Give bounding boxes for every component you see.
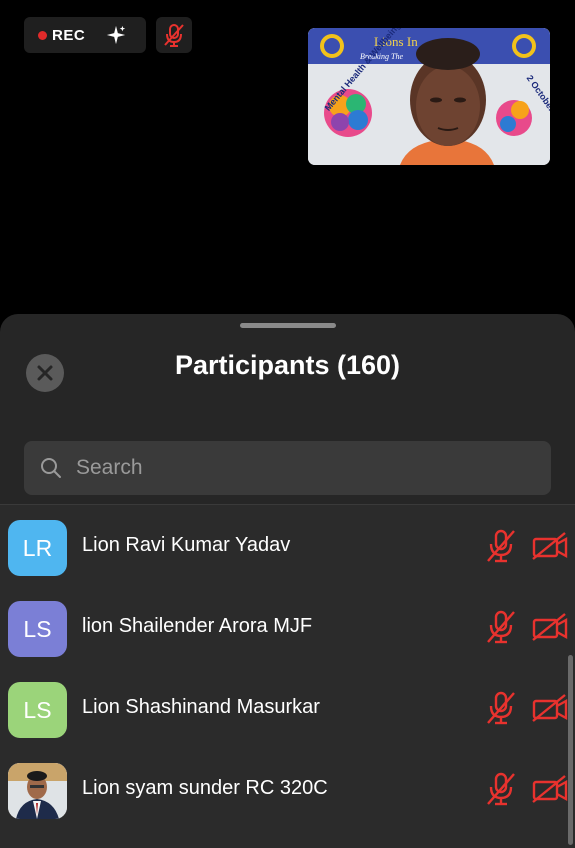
participant-list[interactable]: LR Lion Ravi Kumar Yadav LS lion Shailen… [0, 504, 575, 848]
camera-off-icon[interactable] [531, 774, 569, 804]
meeting-screen: REC Lions In Breaking The Mental Health … [0, 0, 575, 848]
list-scrollbar[interactable] [568, 655, 573, 845]
mental-health-logo-right [496, 100, 532, 136]
camera-off-icon[interactable] [531, 693, 569, 723]
sparkle-icon[interactable] [105, 24, 127, 46]
participants-panel: Participants (160) Search LR Lion Ravi K… [0, 314, 575, 848]
profile-photo [8, 763, 67, 819]
avatar: LS [8, 601, 67, 657]
rec-label: REC [52, 26, 86, 44]
avatar-photo [8, 763, 67, 819]
active-speaker-video[interactable]: Lions In Breaking The Mental Health & We… [308, 28, 550, 165]
participant-row[interactable]: LS lion Shailender Arora MJF [0, 586, 575, 667]
drag-handle[interactable] [240, 323, 336, 328]
camera-off-icon[interactable] [531, 612, 569, 642]
mute-button[interactable] [156, 17, 192, 53]
mic-off-icon [164, 24, 184, 47]
mic-off-icon[interactable] [484, 609, 518, 645]
participant-name: Lion Ravi Kumar Yadav [82, 534, 291, 556]
participant-row[interactable]: LS Lion Shashinand Masurkar [0, 667, 575, 748]
recording-indicator[interactable]: REC [24, 17, 146, 53]
mic-off-icon[interactable] [484, 771, 518, 807]
record-dot-icon [38, 30, 47, 40]
search-input[interactable]: Search [24, 441, 551, 495]
participant-name: lion Shailender Arora MJF [82, 615, 313, 637]
avatar: LR [8, 520, 67, 576]
avatar: LS [8, 682, 67, 738]
panel-title: Participants (160) [174, 350, 401, 380]
participant-row[interactable]: Lion syam sunder RC 320C [0, 748, 575, 829]
mic-off-icon[interactable] [484, 528, 518, 564]
search-icon [41, 458, 61, 478]
search-placeholder: Search [76, 456, 143, 479]
participant-row[interactable]: LR Lion Ravi Kumar Yadav [0, 505, 575, 586]
camera-off-icon[interactable] [531, 531, 569, 561]
participant-name: Lion Shashinand Masurkar [82, 696, 320, 718]
mic-off-icon[interactable] [484, 690, 518, 726]
participant-name: Lion syam sunder RC 320C [82, 777, 328, 799]
